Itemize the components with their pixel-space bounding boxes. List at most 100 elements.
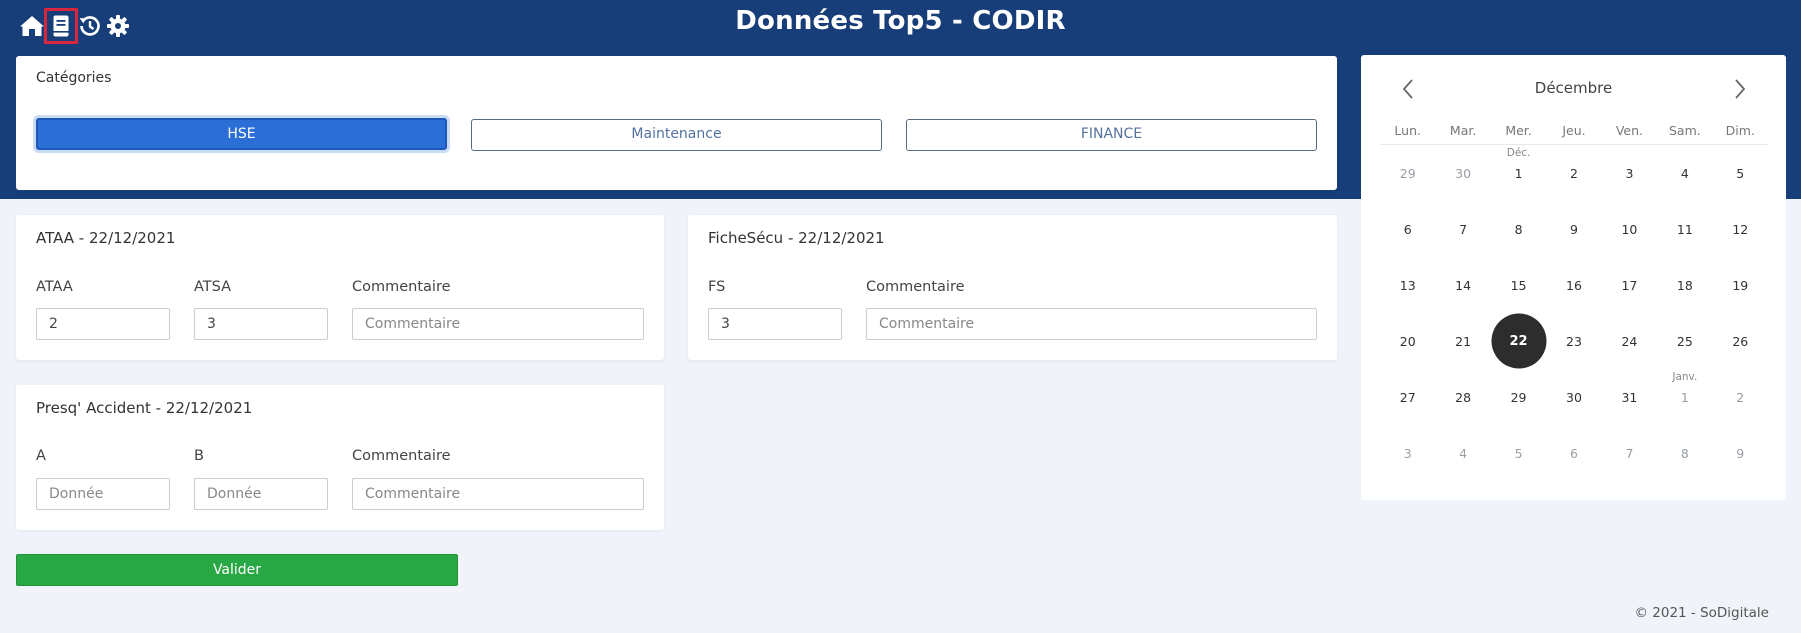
calendar-day-number: 29 <box>1510 389 1527 405</box>
calendar-day[interactable]: 18 <box>1657 257 1712 313</box>
calendar-day[interactable]: 8 <box>1491 201 1546 257</box>
category-maintenance-button[interactable]: Maintenance <box>471 119 882 151</box>
calendar-day[interactable]: 4 <box>1435 425 1490 481</box>
calendar-day-number: 24 <box>1621 333 1638 349</box>
ataa-card: ATAA - 22/12/2021 ATAA ATSA Commentaire <box>16 215 664 360</box>
calendar-day[interactable]: 11 <box>1657 201 1712 257</box>
calendar-day[interactable]: 28 <box>1435 369 1490 425</box>
calendar-day[interactable]: 13 <box>1380 257 1435 313</box>
calendar-day[interactable]: 21 <box>1435 313 1490 369</box>
a-label: A <box>36 448 46 464</box>
calendar-day-number: 19 <box>1732 277 1749 293</box>
calendar-day[interactable]: 20 <box>1380 313 1435 369</box>
calendar-day-number: 1 <box>1680 389 1689 405</box>
calendar-day[interactable]: 7 <box>1602 425 1657 481</box>
calendar-weekdays: Lun. Mar. Mer. Jeu. Ven. Sam. Dim. <box>1380 123 1768 145</box>
calendar-day[interactable]: 12 <box>1713 201 1768 257</box>
calendar-day-number: 27 <box>1399 389 1416 405</box>
calendar-day[interactable]: 17 <box>1602 257 1657 313</box>
calendar-day[interactable]: 31 <box>1602 369 1657 425</box>
calendar-day[interactable]: 6 <box>1546 425 1601 481</box>
calendar-day[interactable]: 9 <box>1713 425 1768 481</box>
ataa-label: ATAA <box>36 279 73 295</box>
calendar-day-number: 3 <box>1403 445 1412 461</box>
calendar-day[interactable]: 5 <box>1713 145 1768 201</box>
calendar-day[interactable]: 19 <box>1713 257 1768 313</box>
calendar-day[interactable]: 29 <box>1491 369 1546 425</box>
calendar-day[interactable]: Déc. 1 <box>1491 145 1546 201</box>
b-input[interactable] <box>194 478 328 510</box>
calendar-day[interactable]: 30 <box>1435 145 1490 201</box>
categories-card: Catégories HSE Maintenance FINANCE <box>16 56 1337 190</box>
calendar-day[interactable]: 2 <box>1713 369 1768 425</box>
calendar-next-button[interactable] <box>1725 74 1755 104</box>
presq-comment-input[interactable] <box>352 478 644 510</box>
fichesecu-card: FicheSécu - 22/12/2021 FS Commentaire <box>688 215 1337 360</box>
calendar-day-number: 4 <box>1459 445 1468 461</box>
calendar-day-number: 3 <box>1625 165 1634 181</box>
fs-input[interactable] <box>708 308 842 340</box>
fichesecu-comment-label: Commentaire <box>866 279 965 295</box>
weekday-label: Dim. <box>1725 123 1755 138</box>
calendar-day-number: 28 <box>1455 389 1472 405</box>
calendar-day-number: 7 <box>1459 221 1468 237</box>
calendar-day-number: 23 <box>1566 333 1582 349</box>
calendar-month: Décembre <box>1534 79 1613 97</box>
calendar-day[interactable]: 9 <box>1546 201 1601 257</box>
weekday-label: Mer. <box>1505 123 1532 138</box>
calendar-day[interactable]: 26 <box>1713 313 1768 369</box>
calendar-day-number: 25 <box>1676 333 1693 349</box>
calendar-day[interactable]: 15 <box>1491 257 1546 313</box>
calendar-day-selected[interactable]: 22 <box>1491 313 1547 369</box>
categories-title: Catégories <box>36 70 112 86</box>
calendar-day-number: 13 <box>1399 277 1416 293</box>
calendar-day-number: 5 <box>1736 165 1745 181</box>
calendar-month-marker: Janv. <box>1672 371 1698 383</box>
calendar-day[interactable]: 16 <box>1546 257 1601 313</box>
atsa-input[interactable] <box>194 308 328 340</box>
category-finance-button[interactable]: FINANCE <box>906 119 1317 151</box>
calendar-week-row: 6 7 8 9 10 11 12 <box>1380 201 1768 257</box>
calendar-day[interactable]: 29 <box>1380 145 1435 201</box>
calendar-day-number: 15 <box>1510 277 1527 293</box>
calendar-day[interactable]: 27 <box>1380 369 1435 425</box>
fichesecu-comment-input[interactable] <box>866 308 1317 340</box>
calendar-day[interactable]: 5 <box>1491 425 1546 481</box>
weekday-label: Mar. <box>1449 123 1477 138</box>
calendar-day[interactable]: 10 <box>1602 201 1657 257</box>
calendar-grid: Lun. Mar. Mer. Jeu. Ven. Sam. Dim. 29 30 Déc. 1 2 3… <box>1380 123 1768 481</box>
calendar-day[interactable]: 23 <box>1546 313 1601 369</box>
ataa-input[interactable] <box>36 308 170 340</box>
calendar-day[interactable]: 3 <box>1602 145 1657 201</box>
calendar-day[interactable]: 3 <box>1380 425 1435 481</box>
calendar-day[interactable]: 7 <box>1435 201 1490 257</box>
calendar-day[interactable]: 25 <box>1657 313 1712 369</box>
calendar-day[interactable]: 8 <box>1657 425 1712 481</box>
calendar-day-number: 16 <box>1566 277 1582 293</box>
calendar-day[interactable]: 4 <box>1657 145 1712 201</box>
calendar-day-number: 1 <box>1514 165 1523 181</box>
calendar-day[interactable]: 2 <box>1546 145 1601 201</box>
a-input[interactable] <box>36 478 170 510</box>
calendar-day-number: 18 <box>1676 277 1693 293</box>
ataa-comment-input[interactable] <box>352 308 644 340</box>
calendar-day[interactable]: 24 <box>1602 313 1657 369</box>
weekday-label: Lun. <box>1394 123 1421 138</box>
fichesecu-title: FicheSécu - 22/12/2021 <box>708 229 885 247</box>
calendar-day[interactable]: 30 <box>1546 369 1601 425</box>
category-hse-button[interactable]: HSE <box>36 118 447 150</box>
calendar-day-number: 6 <box>1403 221 1412 237</box>
calendar-day[interactable]: 6 <box>1380 201 1435 257</box>
presq-comment-label: Commentaire <box>352 448 451 464</box>
calendar-day[interactable]: Janv. 1 <box>1657 369 1712 425</box>
calendar-day-number: 10 <box>1621 221 1638 237</box>
fs-label: FS <box>708 279 726 295</box>
calendar-day-number: 4 <box>1680 165 1689 181</box>
calendar-day-number: 12 <box>1732 221 1749 237</box>
calendar-day-number: 31 <box>1621 389 1638 405</box>
calendar-day-number: 5 <box>1514 445 1523 461</box>
calendar-day-number: 30 <box>1566 389 1582 405</box>
weekday-label: Sam. <box>1668 123 1701 138</box>
validate-button[interactable]: Valider <box>16 554 458 586</box>
calendar-day[interactable]: 14 <box>1435 257 1490 313</box>
